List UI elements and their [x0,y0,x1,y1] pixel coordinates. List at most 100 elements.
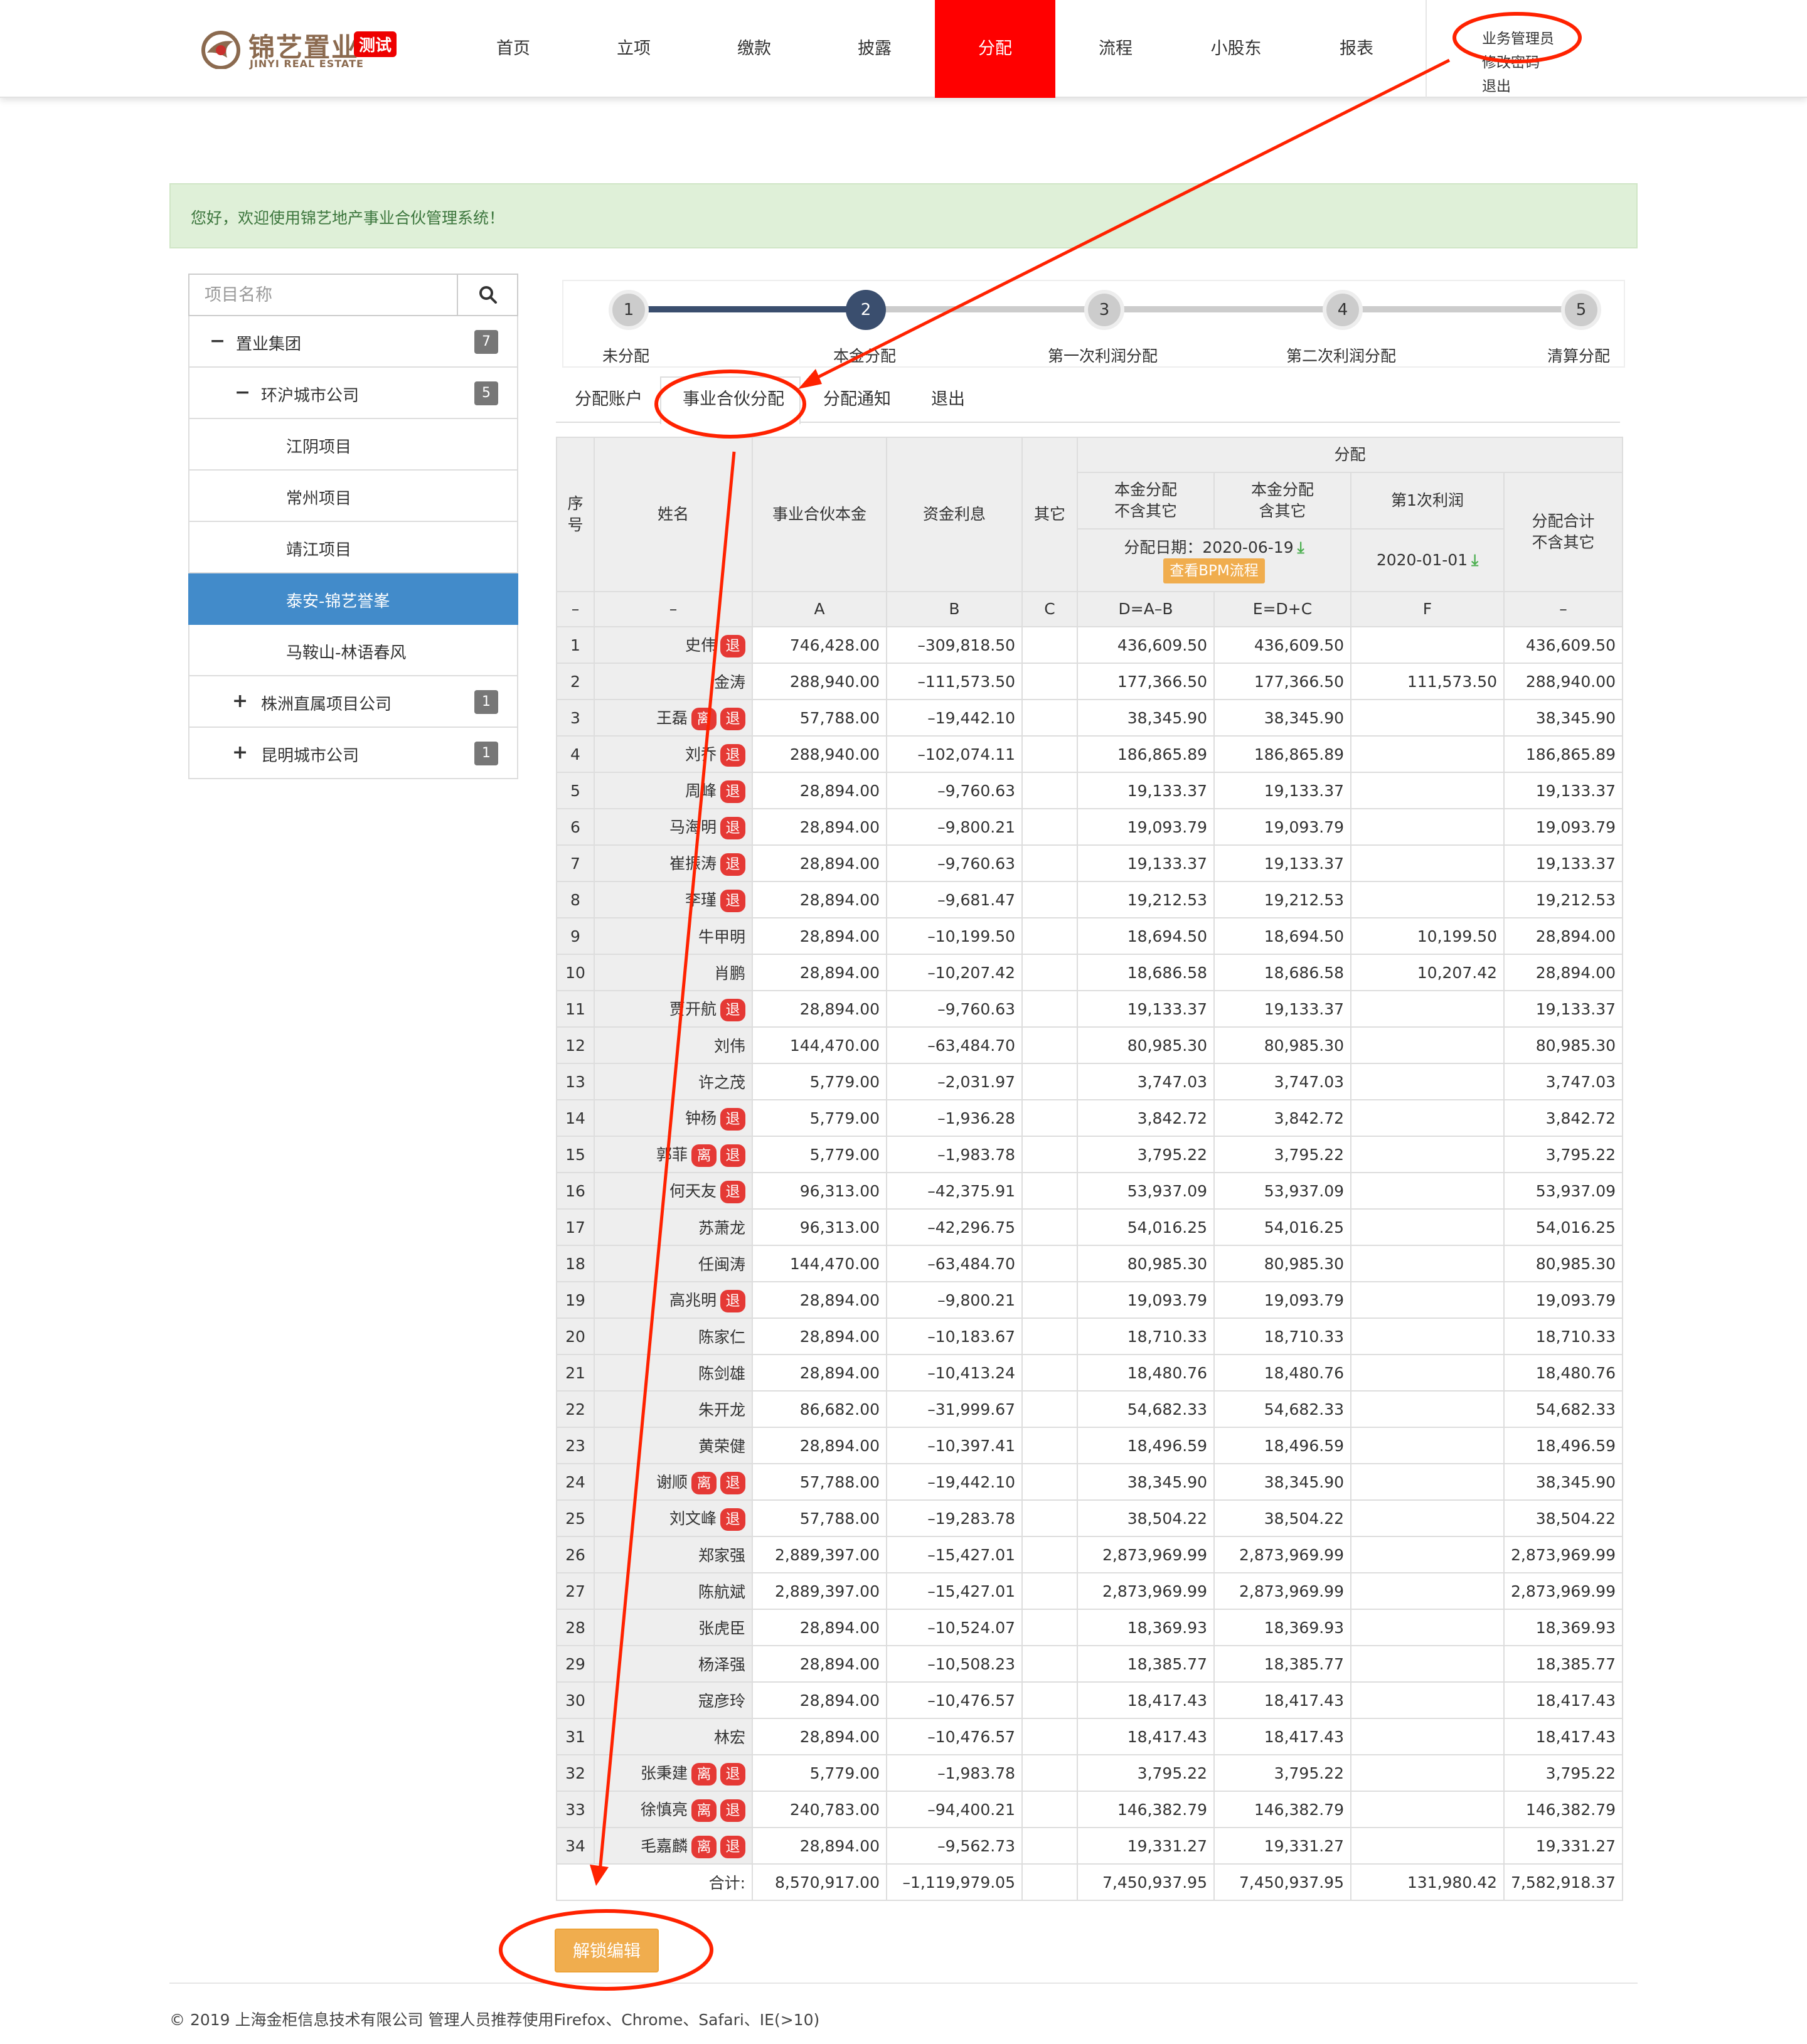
partner-name-cell: 林宏 [594,1718,753,1755]
other-cell [1021,1281,1078,1319]
profit1-cell [1350,1536,1505,1573]
other-cell [1021,917,1078,955]
table-row: 20 陈家仁 28,894.00 –10,183.67 18,710.33 18,710.… [556,1317,1623,1355]
capital-cell: 86,682.00 [752,1390,887,1428]
tab-exit[interactable]: 退出 [931,385,965,410]
unlock-edit-button[interactable]: 解锁编辑 [555,1929,659,1972]
step-1[interactable]: 1 [609,290,649,330]
expand-toggle[interactable]: + [232,742,248,764]
interest-cell: –94,400.21 [886,1791,1023,1828]
partner-name-cell: 陈家仁 [594,1317,753,1355]
collapse-toggle[interactable]: − [210,330,225,352]
view-bpm-button[interactable]: 查看BPM流程 [1163,558,1265,583]
nav-workflow[interactable]: 流程 [1055,0,1176,98]
row-index: 32 [556,1754,595,1792]
table-row: 10 肖鹏 28,894.00 –10,207.42 18,686.58 18,686.5… [556,954,1623,991]
tag-exit: 退 [720,1107,745,1131]
nav-payment[interactable]: 缴款 [694,0,814,98]
table-row: 22 朱开龙 86,682.00 –31,999.67 54,682.33 54,682.… [556,1390,1623,1428]
step-5[interactable]: 5 [1561,290,1601,330]
nav-project-setup[interactable]: 立项 [573,0,694,98]
download-icon[interactable]: ⤓ [1298,537,1304,558]
row-index: 19 [556,1281,595,1319]
tree-node-label: 置业集团 [236,335,302,354]
profit1-cell [1350,808,1505,846]
nav-distribution[interactable]: 分配 [935,0,1055,98]
tab-distribution-account[interactable]: 分配账户 [575,385,642,410]
tree-node-group[interactable]: − 置业集团 7 [188,316,518,368]
interest-cell: –10,524.07 [886,1609,1023,1646]
interest-cell: –10,397.41 [886,1427,1023,1464]
principal-incl-cell: 18,710.33 [1213,1317,1351,1355]
interest-cell: –2,031.97 [886,1063,1023,1100]
capital-cell: 144,470.00 [752,1245,887,1282]
interest-cell: –102,074.11 [886,735,1023,773]
expand-toggle[interactable]: + [232,690,248,712]
principal-excl-cell: 19,133.37 [1077,990,1215,1028]
capital-cell: 28,894.00 [752,954,887,991]
step-2[interactable]: 2 [846,290,886,330]
row-index: 28 [556,1609,595,1646]
tree-node-company[interactable]: + 昆明城市公司 1 [188,728,518,779]
distribution-date-cell: 分配日期：2020-06-19 ⤓ 查看BPM流程 [1077,528,1351,592]
total-cell: 18,369.93 [1503,1609,1623,1646]
partner-name: 高兆明 [669,1291,717,1309]
tree-node-company[interactable]: − 环沪城市公司 5 [188,368,518,419]
logout-link[interactable]: 退出 [1482,74,1511,95]
principal-excl-cell: 38,345.90 [1077,1463,1215,1501]
partner-name-cell: 崔振涛退 [594,844,753,882]
principal-incl-cell: 3,842.72 [1213,1099,1351,1137]
tree-node-project[interactable]: 江阴项目 [188,419,518,471]
distribution-table: 序号 姓名 事业合伙本金 资金利息 其它 分配 本金分配 不含其它 本金分配 含其它… [556,437,1623,1901]
change-password-link[interactable]: 修改密码 [1482,50,1540,72]
other-cell [1021,1791,1078,1828]
principal-excl-cell: 146,382.79 [1077,1791,1215,1828]
partner-name: 金涛 [713,673,745,691]
brand-logo[interactable]: 锦艺置业 JINYI REAL ESTATE 测试 [198,28,399,72]
tree-node-project[interactable]: 马鞍山-林语春风 [188,625,518,676]
collapse-toggle[interactable]: − [235,381,250,403]
interest-cell: –9,800.21 [886,808,1023,846]
nav-minority-shareholders[interactable]: 小股东 [1176,0,1296,98]
total-cell: 38,345.90 [1503,699,1623,737]
principal-excl-cell: 19,212.53 [1077,881,1215,918]
capital-cell: 5,779.00 [752,1754,887,1792]
tag-leave: 离 [691,1762,717,1786]
partner-name: 朱开龙 [698,1401,745,1419]
partner-name-cell: 肖鹏 [594,954,753,991]
partner-name-cell: 朱开龙 [594,1390,753,1428]
tab-distribution-notice[interactable]: 分配通知 [823,385,891,410]
col-group-distribution: 分配 [1077,437,1623,473]
step-3[interactable]: 3 [1084,290,1124,330]
tree-node-company[interactable]: + 株洲直属项目公司 1 [188,676,518,728]
step-4[interactable]: 4 [1323,290,1363,330]
partner-name: 林宏 [713,1728,745,1747]
tree-node-project-selected[interactable]: 泰安-锦艺誉峯 [188,573,518,625]
nav-disclosure[interactable]: 披露 [814,0,935,98]
tree-node-project[interactable]: 常州项目 [188,471,518,522]
principal-excl-cell: 18,480.76 [1077,1354,1215,1392]
principal-excl-cell: 18,385.77 [1077,1645,1215,1683]
table-row: 31 林宏 28,894.00 –10,476.57 18,417.43 18,417.4… [556,1718,1623,1755]
principal-incl-cell: 3,795.22 [1213,1136,1351,1173]
principal-incl-cell: 54,682.33 [1213,1390,1351,1428]
row-index: 13 [556,1063,595,1100]
count-badge: 5 [474,381,498,405]
principal-excl-cell: 18,417.43 [1077,1718,1215,1755]
principal-excl-cell: 3,842.72 [1077,1099,1215,1137]
tree-node-project[interactable]: 靖江项目 [188,522,518,573]
nav-home[interactable]: 首页 [453,0,573,98]
interest-cell: –10,183.67 [886,1317,1023,1355]
nav-reports[interactable]: 报表 [1296,0,1417,98]
other-cell [1021,626,1078,664]
table-row: 28 张虎臣 28,894.00 –10,524.07 18,369.93 18,369.… [556,1609,1623,1646]
interest-cell: –15,427.01 [886,1572,1023,1610]
project-search-input[interactable] [189,275,458,315]
principal-excl-cell: 18,496.59 [1077,1427,1215,1464]
download-icon[interactable]: ⤓ [1471,550,1478,571]
principal-incl-cell: 80,985.30 [1213,1245,1351,1282]
col-profit-1: 第1次利润 [1350,472,1505,530]
tab-partner-distribution[interactable]: 事业合伙分配 [683,385,784,410]
formula-cell: – [1503,591,1623,627]
search-button[interactable] [457,275,517,315]
